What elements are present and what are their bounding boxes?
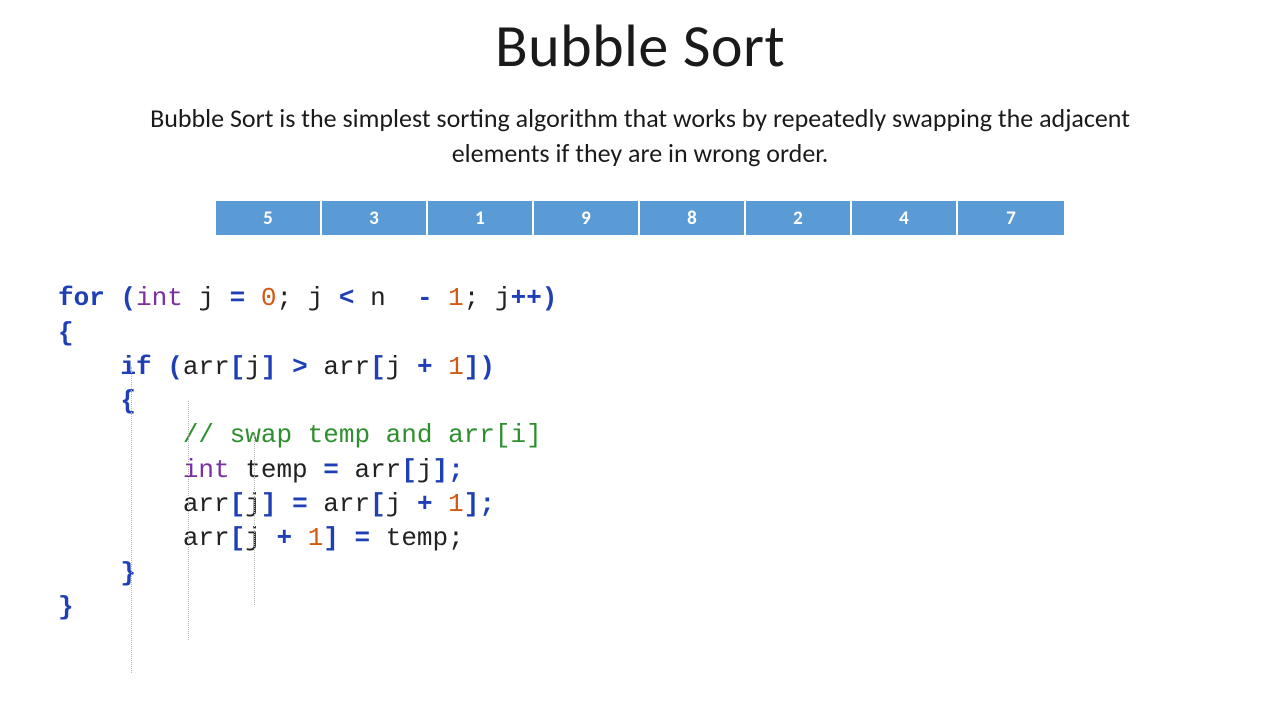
brace: {	[58, 318, 74, 348]
code-text	[308, 352, 324, 382]
comment: // swap temp and arr[i]	[183, 420, 542, 450]
code-text: n	[355, 283, 417, 313]
code-text: j	[386, 352, 417, 382]
indent	[58, 386, 120, 416]
punct: +	[417, 352, 433, 382]
kw-int: int	[183, 455, 230, 485]
num: 1	[448, 352, 464, 382]
punct: ++)	[511, 283, 558, 313]
punct: ]	[323, 523, 339, 553]
punct: ];	[464, 489, 495, 519]
brace: {	[120, 386, 136, 416]
code-text: arr	[308, 489, 370, 519]
num: 0	[261, 283, 277, 313]
indent	[58, 352, 120, 382]
punct: >	[292, 352, 308, 382]
punct: +	[276, 523, 292, 553]
code-text	[339, 523, 355, 553]
punct: ;	[276, 283, 292, 313]
code-text: arr	[183, 352, 230, 382]
punct: +	[417, 489, 433, 519]
num: 1	[448, 489, 464, 519]
code-text	[152, 352, 168, 382]
indent	[58, 455, 183, 485]
punct: ]	[261, 352, 277, 382]
punct: =	[292, 489, 308, 519]
punct: [	[230, 489, 246, 519]
punct: =	[355, 523, 371, 553]
punct: =	[230, 283, 246, 313]
array-row: 5 3 1 9 8 2 4 7	[0, 201, 1280, 235]
code-text	[433, 283, 449, 313]
kw-if: if	[120, 352, 151, 382]
indent	[58, 420, 183, 450]
code-text: j	[245, 352, 261, 382]
punct: ];	[433, 455, 464, 485]
array-cell: 4	[852, 201, 958, 235]
array-cell: 8	[640, 201, 746, 235]
punct: <	[339, 283, 355, 313]
punct: =	[323, 455, 339, 485]
indent	[58, 523, 183, 553]
punct: [	[230, 523, 246, 553]
code-text: j	[479, 283, 510, 313]
punct: (	[120, 283, 136, 313]
array-cell: 7	[958, 201, 1064, 235]
num: 1	[448, 283, 464, 313]
code-text	[292, 523, 308, 553]
array-cell: 3	[322, 201, 428, 235]
code-text: j	[183, 283, 230, 313]
punct: [	[230, 352, 246, 382]
array-cell: 2	[746, 201, 852, 235]
punct: ])	[464, 352, 495, 382]
array-cell: 5	[216, 201, 322, 235]
punct: [	[370, 489, 386, 519]
code-text: arr	[323, 352, 370, 382]
punct: [	[401, 455, 417, 485]
kw-int: int	[136, 283, 183, 313]
kw-for: for	[58, 283, 105, 313]
punct: ;	[464, 283, 480, 313]
num: 1	[308, 523, 324, 553]
code-text: j	[292, 283, 339, 313]
indent	[58, 558, 120, 588]
brace: }	[120, 558, 136, 588]
code-text: arr	[183, 523, 230, 553]
code-text	[433, 489, 449, 519]
code-text: j	[245, 489, 261, 519]
slide-description: Bubble Sort is the simplest sorting algo…	[150, 101, 1130, 171]
array-cell: 1	[428, 201, 534, 235]
code-text: arr	[339, 455, 401, 485]
code-text	[245, 283, 261, 313]
code-text: temp	[230, 455, 324, 485]
code-text	[276, 489, 292, 519]
code-text: j	[417, 455, 433, 485]
slide-title: Bubble Sort	[0, 10, 1280, 83]
punct: -	[417, 283, 433, 313]
code-text: arr	[183, 489, 230, 519]
punct: ]	[261, 489, 277, 519]
code-text: j	[386, 489, 417, 519]
code-text: temp;	[370, 523, 464, 553]
array-cell: 9	[534, 201, 640, 235]
code-text: j	[245, 523, 276, 553]
slide: Bubble Sort Bubble Sort is the simplest …	[0, 10, 1280, 720]
punct: [	[370, 352, 386, 382]
indent	[58, 489, 183, 519]
code-text	[277, 352, 293, 382]
code-block: for (int j = 0; j < n - 1; j++) { if (ar…	[58, 281, 1280, 624]
brace: }	[58, 592, 74, 622]
punct: (	[167, 352, 183, 382]
code-text	[433, 352, 449, 382]
